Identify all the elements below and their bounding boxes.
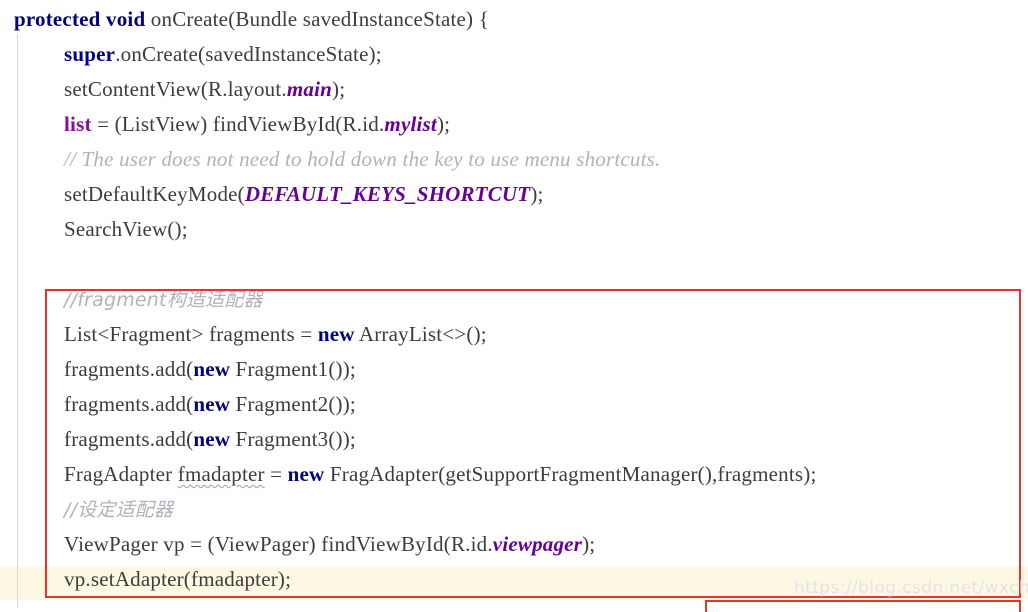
code-token-plain: = (ListView) findViewById(R.id. (91, 112, 385, 136)
code-token-plain: .onCreate(savedInstanceState); (115, 42, 382, 66)
code-token-spell: fmadapter (177, 462, 265, 486)
code-token-plain: SearchView(); (64, 217, 188, 241)
code-line[interactable]: // The user does not need to hold down t… (0, 142, 1028, 177)
code-token-plain: ArrayList<>(); (354, 322, 487, 346)
code-token-comment: // The user does not need to hold down t… (64, 147, 661, 171)
code-token-keyword: super (64, 42, 116, 66)
code-line[interactable]: vp.setAdapter(fmadapter); (0, 562, 1028, 597)
code-token-keyword: new (193, 427, 231, 451)
code-token-plain: ); (530, 182, 544, 206)
code-token-plain: setContentView(R.layout. (64, 77, 287, 101)
annotation-rectangle-partial (705, 600, 1021, 612)
code-token-plain: ); (332, 77, 346, 101)
code-token-plain: ); (582, 532, 596, 556)
code-line[interactable]: //fragment构造适配器 (0, 282, 1028, 317)
code-token-var: list (64, 112, 92, 136)
code-line[interactable]: fragments.add(new Fragment2()); (0, 387, 1028, 422)
code-token-keyword: protected (14, 7, 101, 31)
code-line[interactable]: FragAdapter fmadapter = new FragAdapter(… (0, 457, 1028, 492)
code-token-comment-cn: //fragment构造适配器 (64, 289, 263, 311)
code-token-field: viewpager (492, 532, 583, 556)
code-token-plain: FragAdapter (64, 462, 178, 486)
code-line[interactable]: setDefaultKeyMode(DEFAULT_KEYS_SHORTCUT)… (0, 177, 1028, 212)
code-line[interactable]: setContentView(R.layout.main); (0, 72, 1028, 107)
code-token-keyword: new (287, 462, 325, 486)
code-line[interactable]: list = (ListView) findViewById(R.id.myli… (0, 107, 1028, 142)
code-token-keyword: new (193, 357, 231, 381)
code-line[interactable]: fragments.add(new Fragment3()); (0, 422, 1028, 457)
code-line[interactable]: super.onCreate(savedInstanceState); (0, 37, 1028, 72)
code-token-keyword: new (193, 392, 231, 416)
code-token-field: mylist (384, 112, 437, 136)
code-token-keyword: void (106, 7, 146, 31)
code-token-plain: Fragment1()); (230, 357, 356, 381)
code-token-plain: ); (436, 112, 451, 136)
code-token-plain: List<Fragment> fragments = (64, 322, 318, 346)
code-token-plain: Fragment2()); (230, 392, 356, 416)
code-token-plain: fragments.add( (64, 392, 194, 416)
code-token-comment-cn: //设定适配器 (64, 499, 174, 521)
code-line[interactable] (0, 247, 1028, 282)
code-token-plain: fragments.add( (64, 427, 194, 451)
code-line[interactable]: fragments.add(new Fragment1()); (0, 352, 1028, 387)
code-token-plain: FragAdapter(getSupportFragmentManager(),… (324, 462, 817, 486)
code-line[interactable]: protected void onCreate(Bundle savedInst… (0, 2, 1028, 37)
code-token-static: DEFAULT_KEYS_SHORTCUT (244, 182, 531, 206)
code-line[interactable]: List<Fragment> fragments = new ArrayList… (0, 317, 1028, 352)
code-editor-viewport[interactable]: protected void onCreate(Bundle savedInst… (0, 0, 1028, 612)
code-line[interactable]: ViewPager vp = (ViewPager) findViewById(… (0, 527, 1028, 562)
code-token-keyword: new (317, 322, 355, 346)
code-token-plain: vp.setAdapter(fmadapter); (64, 567, 292, 591)
code-line[interactable]: //设定适配器 (0, 492, 1028, 527)
code-line[interactable]: SearchView(); (0, 212, 1028, 247)
code-token-plain: fragments.add( (64, 357, 194, 381)
code-token-plain: setDefaultKeyMode( (64, 182, 245, 206)
code-token-plain: ViewPager vp = (ViewPager) findViewById(… (64, 532, 493, 556)
code-token-plain: onCreate(Bundle savedInstanceState) { (145, 7, 489, 31)
code-token-plain: = (264, 462, 288, 486)
code-token-field: main (286, 77, 332, 101)
code-token-plain: Fragment3()); (230, 427, 356, 451)
